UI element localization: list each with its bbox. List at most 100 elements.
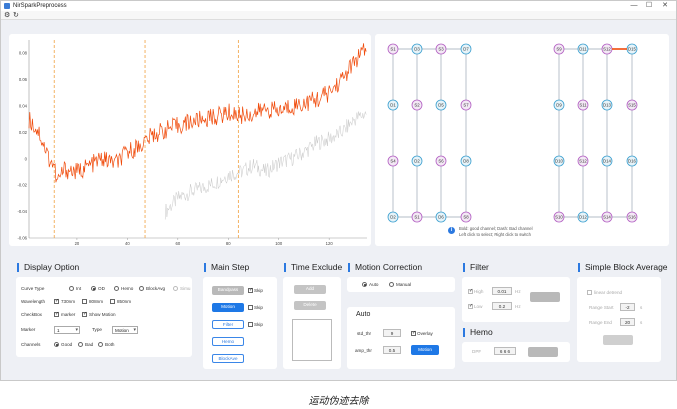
range-end-unit: s	[640, 320, 643, 325]
curve-int-label: Int	[76, 286, 82, 291]
curve-simu-radio[interactable]	[173, 286, 178, 291]
optode-label: D13	[603, 103, 611, 108]
refresh-icon[interactable]: ↻	[13, 12, 20, 19]
range-end-input[interactable]: 20	[620, 318, 635, 326]
y-tick-label: -0.02	[17, 183, 27, 188]
info-icon: i	[448, 227, 455, 234]
filter-card: High 0.01 Hz Low 0.2 Hz	[462, 277, 570, 322]
high-checkbox[interactable]	[468, 288, 473, 294]
optode-label: S14	[603, 215, 611, 220]
optode-label: D15	[628, 47, 636, 52]
toolbar: ⚙ ↻	[1, 11, 676, 20]
hemo-title: Hemo	[463, 328, 493, 337]
display-option-card: Curve Type Int OD Hemo BlockAvg Simu Wav…	[16, 277, 192, 357]
channel-bad-radio[interactable]	[78, 342, 83, 347]
filter-step-button[interactable]: Filter	[212, 320, 244, 329]
bandpass-skip-checkbox[interactable]	[248, 287, 253, 293]
hemo-apply-button[interactable]	[528, 347, 558, 357]
linear-detrend-checkbox[interactable]	[587, 290, 592, 295]
maximize-button[interactable]: ☐	[642, 1, 656, 11]
signal-series-line	[28, 43, 367, 183]
range-start-label: Range Start	[589, 305, 614, 310]
mode-auto-radio[interactable]	[362, 282, 367, 287]
signal-plot[interactable]: 0.08 0.06 0.04 0.02 0 -0.02 -0.04 -0.06 20 40 60 80…	[9, 34, 371, 246]
optode-label: S1	[414, 215, 420, 220]
x-tick-label: 60	[175, 241, 180, 246]
channel-both-radio[interactable]	[98, 342, 103, 347]
optode-label: D2	[390, 215, 396, 220]
bandpass-button[interactable]: Bandpass	[212, 286, 244, 295]
curve-blockavg-radio[interactable]	[139, 286, 144, 291]
optode-label: S8	[463, 215, 469, 220]
y-tick-label: 0.08	[19, 51, 28, 56]
high-input[interactable]: 0.01	[492, 287, 512, 295]
auto-title: Auto	[356, 311, 371, 318]
channel-map[interactable]: S1 D3 S3 D7 D1 S2 D5 S7 S4 D2 S6 D8 D2 S1 D6 S8 S9 D11 S12…	[375, 34, 669, 246]
optode-label: S6	[438, 159, 444, 164]
blockave-step-button[interactable]: BlockAve	[212, 354, 244, 363]
std-thr-input[interactable]: 9	[383, 329, 401, 337]
linear-detrend-label: linear detrend	[594, 290, 623, 295]
low-checkbox[interactable]	[468, 303, 473, 309]
marker-label: Marker	[21, 327, 36, 332]
close-button[interactable]: ✕	[658, 1, 672, 11]
mode-manual-label: Manual	[396, 282, 412, 287]
low-input[interactable]: 0.2	[492, 302, 512, 310]
filter-skip-checkbox[interactable]	[248, 322, 253, 327]
optode-label: D2	[414, 159, 420, 164]
settings-icon[interactable]: ⚙	[4, 12, 11, 19]
amp-thr-input[interactable]: 0.5	[383, 346, 401, 354]
figure-caption: 运动伪迹去除	[308, 396, 369, 407]
channel-good-radio[interactable]	[54, 342, 59, 347]
add-exclude-button[interactable]: Add	[294, 285, 326, 294]
low-unit: Hz	[515, 304, 521, 309]
signal-series-line	[164, 111, 367, 220]
delete-exclude-button[interactable]: Delete	[294, 301, 326, 310]
motion-step-button[interactable]: Motion	[212, 303, 244, 312]
wl-850-checkbox[interactable]	[110, 299, 115, 304]
curve-simu-label: Simu	[180, 286, 191, 291]
optode-label: D3	[414, 47, 420, 52]
channel-good-label: Good	[61, 342, 73, 347]
marker-check-label: marker	[61, 312, 76, 317]
dpf-input[interactable]: 6 6 6	[494, 347, 516, 355]
marker-select[interactable]: 1	[54, 326, 80, 334]
mode-manual-radio[interactable]	[389, 282, 394, 287]
optode-label: D5	[438, 103, 444, 108]
motion-button[interactable]: Motion	[411, 345, 439, 355]
curve-od-radio[interactable]	[91, 286, 96, 291]
wl-730-checkbox[interactable]	[54, 298, 59, 304]
block-average-button[interactable]	[603, 335, 633, 345]
marker-checkbox[interactable]	[54, 311, 59, 317]
optode-label: S11	[579, 103, 587, 108]
signal-plot-panel: 0.08 0.06 0.04 0.02 0 -0.02 -0.04 -0.06 20 40 60 80…	[9, 34, 371, 246]
range-start-input[interactable]: -2	[620, 303, 635, 311]
filter-apply-button[interactable]	[530, 292, 560, 302]
overlay-checkbox[interactable]	[411, 330, 416, 336]
show-motion-checkbox[interactable]	[82, 311, 87, 317]
y-tick-label: -0.06	[17, 236, 27, 241]
minimize-button[interactable]: —	[627, 1, 641, 11]
optode-label: S10	[555, 215, 563, 220]
optode-label: D8	[463, 159, 469, 164]
hemo-step-button[interactable]: Hemo	[212, 337, 244, 346]
range-start-unit: s	[640, 305, 643, 310]
wavelength-label: Wavelength	[21, 299, 46, 304]
curve-int-radio[interactable]	[69, 286, 74, 291]
wl-808-checkbox[interactable]	[82, 299, 87, 304]
y-tick-label: 0.04	[19, 104, 28, 109]
curve-hemo-radio[interactable]	[114, 286, 119, 291]
exclude-list[interactable]	[292, 319, 332, 361]
optode-label: S12	[603, 47, 611, 52]
channel-legend-line2: Left click to select; Right click to swi…	[459, 232, 531, 237]
main-step-card: Bandpass Skip Motion Skip Filter Skip He…	[203, 277, 277, 369]
optode-label: D10	[555, 159, 563, 164]
bandpass-skip-label: Skip	[254, 288, 263, 293]
app-window: NirSparkPreprocess — ☐ ✕ ⚙ ↻ 0.08 0.06 0.0…	[0, 0, 677, 381]
high-unit: Hz	[515, 289, 521, 294]
optode-label: S3	[438, 47, 444, 52]
motion-skip-checkbox[interactable]	[248, 305, 253, 310]
channel-bad-label: Bad	[85, 342, 94, 347]
optode-label: S4	[390, 159, 396, 164]
type-select[interactable]: Motion	[112, 326, 138, 334]
